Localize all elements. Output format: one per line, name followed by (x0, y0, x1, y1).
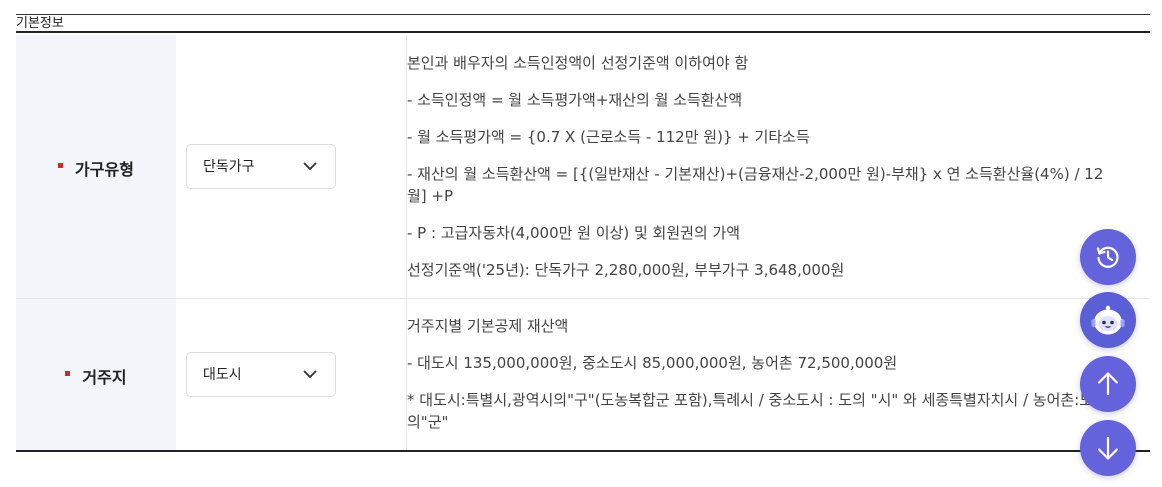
row-header: 거주지 (16, 298, 176, 452)
household-type-label: 가구유형 (75, 160, 134, 179)
household-type-value: 단독가구 (203, 159, 255, 176)
history-icon (1096, 246, 1119, 268)
description-line: 본인과 배우자의 소득인정액이 선정기준액 이하여야 함 (407, 53, 749, 72)
scroll-top-button[interactable] (1080, 356, 1136, 412)
residence-description: 거주지별 기본공제 재산액 - 대도시 135,000,000원, 중소도시 8… (406, 298, 1150, 452)
chatbot-icon (1091, 305, 1125, 335)
description-line: 거주지별 기본공제 재산액 (407, 317, 569, 336)
chevron-down-icon (303, 370, 317, 378)
table-row: 거주지 대도시 거주지별 기본공제 재산액 - 대도시 135,000,000원… (16, 298, 1150, 452)
arrow-up-icon (1097, 372, 1119, 396)
description-line: - 소득인정액 = 월 소득평가액+재산의 월 소득환산액 (407, 90, 743, 109)
residence-select[interactable]: 대도시 (186, 351, 336, 397)
household-type-select[interactable]: 단독가구 (186, 143, 336, 189)
description-line: - 대도시 135,000,000원, 중소도시 85,000,000원, 농어… (407, 354, 898, 373)
field-label: 거주지 (65, 364, 127, 388)
description-line: 선정기준액('25년): 단독가구 2,280,000원, 부부가구 3,648… (407, 260, 845, 279)
table-row: 가구유형 단독가구 본인과 배우자의 소득인정액이 선정기준액 이하여야 함 -… (16, 35, 1150, 299)
select-cell: 대도시 (176, 298, 407, 452)
residence-label: 거주지 (82, 368, 127, 387)
description-line: - P : 고급자동차(4,000만 원 이상) 및 회원권의 가액 (407, 223, 741, 242)
arrow-down-icon (1097, 436, 1119, 460)
field-label: 가구유형 (58, 156, 134, 180)
history-button[interactable] (1080, 229, 1136, 285)
description-line: - 월 소득평가액 = {0.7 X (근로소득 - 112만 원)} + 기타… (407, 127, 810, 146)
household-type-description: 본인과 배우자의 소득인정액이 선정기준액 이하여야 함 - 소득인정액 = 월… (406, 35, 1150, 299)
select-cell: 단독가구 (176, 35, 407, 299)
basic-info-table: 가구유형 단독가구 본인과 배우자의 소득인정액이 선정기준액 이하여야 함 -… (16, 35, 1150, 452)
description-line: - 재산의 월 소득환산액 = [{(일반재산 - 기본재산)+(금융재산-2,… (407, 164, 1104, 205)
required-marker (58, 162, 64, 168)
table-caption: 기본정보 (16, 14, 1150, 33)
row-header: 가구유형 (16, 35, 176, 299)
description-line: * 대도시:특별시,광역시의"구"(도농복합군 포함),특례시 / 중소도시 :… (407, 391, 1094, 432)
scroll-bottom-button[interactable] (1080, 420, 1136, 476)
chatbot-button[interactable] (1080, 292, 1136, 348)
residence-value: 대도시 (203, 367, 242, 384)
chevron-down-icon (303, 162, 317, 170)
caption-text: 기본정보 (16, 16, 64, 31)
required-marker (65, 370, 71, 376)
